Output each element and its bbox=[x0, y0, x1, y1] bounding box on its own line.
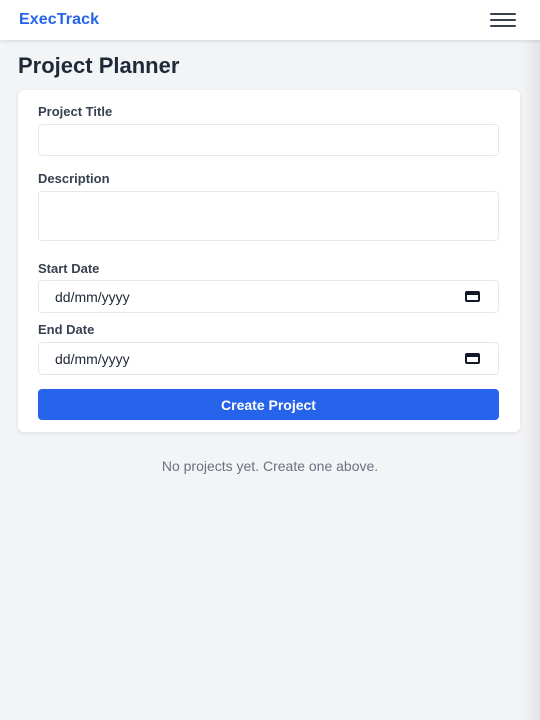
description-textarea[interactable] bbox=[38, 191, 499, 241]
create-project-button[interactable]: Create Project bbox=[38, 389, 499, 420]
page: ExecTrack Project Planner Project Title … bbox=[0, 0, 540, 720]
start-date-placeholder: dd/mm/yyyy bbox=[55, 288, 130, 305]
calendar-icon[interactable] bbox=[465, 353, 480, 364]
scroll-shade bbox=[522, 40, 540, 720]
start-date-input[interactable]: dd/mm/yyyy bbox=[38, 280, 499, 313]
end-date-placeholder: dd/mm/yyyy bbox=[55, 350, 130, 367]
calendar-icon[interactable] bbox=[465, 291, 480, 302]
brand-logo[interactable]: ExecTrack bbox=[19, 11, 99, 29]
page-title: Project Planner bbox=[18, 53, 180, 78]
project-title-label: Project Title bbox=[38, 104, 113, 119]
project-title-input[interactable] bbox=[38, 124, 499, 156]
description-label: Description bbox=[38, 171, 110, 186]
project-form-card: Project Title Description Start Date dd/… bbox=[18, 90, 520, 432]
hamburger-menu-icon[interactable] bbox=[490, 11, 516, 29]
top-navbar: ExecTrack bbox=[0, 0, 540, 40]
empty-projects-message: No projects yet. Create one above. bbox=[161, 458, 379, 474]
end-date-label: End Date bbox=[38, 322, 95, 337]
start-date-label: Start Date bbox=[38, 261, 100, 276]
end-date-input[interactable]: dd/mm/yyyy bbox=[38, 342, 499, 375]
